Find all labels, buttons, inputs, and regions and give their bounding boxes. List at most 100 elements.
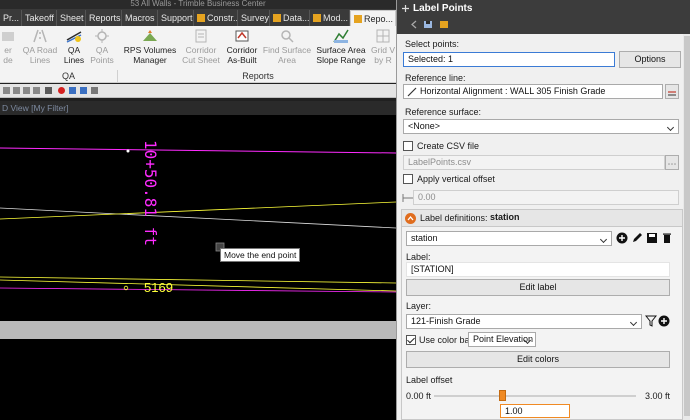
ribbon-group-qa: QA: [20, 70, 118, 82]
ellipsis-icon: [668, 163, 676, 165]
qa-points-button[interactable]: QA Points: [88, 28, 116, 65]
scrollbar-thumb[interactable]: [684, 36, 690, 416]
ribbon-label: Lines: [63, 55, 85, 65]
tab-icon: [313, 14, 321, 22]
delete-icon[interactable]: [661, 232, 673, 244]
reference-line-field[interactable]: Horizontal Alignment : WALL 305 Finish G…: [403, 84, 663, 99]
tab-reports[interactable]: Reports: [86, 10, 122, 26]
station-label: 10+50.81 ft: [141, 140, 160, 246]
edit-colors-button[interactable]: Edit colors: [406, 351, 670, 368]
record-icon[interactable]: [58, 87, 65, 94]
slope-range-icon: [333, 28, 349, 44]
macro-icon[interactable]: [439, 20, 449, 29]
tab-model[interactable]: Mod...: [310, 10, 350, 26]
qa-road-lines-button[interactable]: QA Road Lines: [19, 28, 61, 65]
layer-select[interactable]: 121-Finish Grade: [406, 314, 642, 329]
ribbon-label: Manager: [133, 55, 167, 65]
toolbar-icon[interactable]: [69, 87, 76, 94]
ribbon-label: Find Surface: [262, 45, 312, 55]
pick-line-button[interactable]: [665, 84, 679, 99]
toolbar-icon[interactable]: [80, 87, 87, 94]
linework-magenta-lower: [0, 287, 396, 293]
ribbon-label: RPS Volumes: [123, 45, 177, 55]
collapse-icon[interactable]: [405, 213, 416, 224]
grid-icon: [375, 28, 391, 44]
label-definitions-header[interactable]: Label definitions: station: [402, 210, 682, 227]
definition-select[interactable]: station: [406, 231, 612, 246]
tab-project[interactable]: Pr...: [0, 10, 22, 26]
toolbar-icon[interactable]: [23, 87, 30, 94]
tab-reports-active[interactable]: Repo...: [350, 10, 396, 26]
reference-surface-select[interactable]: <None>: [403, 119, 679, 134]
panel-title: Label Points: [413, 3, 473, 14]
options-button[interactable]: Options: [619, 51, 681, 68]
tab-support[interactable]: Support: [158, 10, 194, 26]
surface-area-slope-range-button[interactable]: Surface Area Slope Range: [314, 28, 368, 65]
label-definitions-section: Label definitions: station station Label…: [401, 209, 683, 420]
color-band-select[interactable]: Point Elevation: [468, 332, 536, 347]
edit-label-button[interactable]: Edit label: [406, 279, 670, 296]
create-csv-checkbox[interactable]: [403, 141, 413, 151]
tab-sheet[interactable]: Sheet: [57, 10, 86, 26]
ribbon-label: Points: [90, 55, 114, 65]
ribbon-label: Cut Sheet: [182, 55, 220, 65]
corridor-as-built-button[interactable]: Corridor As-Built: [222, 28, 262, 65]
tab-construction[interactable]: Constr...: [194, 10, 238, 26]
toolbar-icon[interactable]: [91, 87, 98, 94]
save-definition-icon[interactable]: [646, 232, 658, 244]
csv-filename-field[interactable]: LabelPoints.csv: [403, 155, 665, 170]
plan-view-graphics: 10+50.81 ft 5169: [0, 140, 396, 295]
toolbar-icon[interactable]: [33, 87, 40, 94]
edit-icon[interactable]: [631, 232, 643, 244]
use-color-band-checkbox[interactable]: [406, 335, 416, 345]
ribbon-label: er: [4, 45, 12, 55]
selected-points-field[interactable]: Selected: 1: [403, 52, 615, 67]
add-icon[interactable]: [616, 232, 628, 244]
linework-white: [0, 207, 396, 229]
add-layer-icon[interactable]: [658, 315, 670, 327]
reference-line-label: Reference line:: [405, 73, 466, 83]
label-offset-field[interactable]: 1.00: [500, 404, 570, 418]
vertical-offset-field[interactable]: 0.00: [413, 190, 679, 205]
label-definitions-name: station: [490, 212, 520, 222]
tab-macros[interactable]: Macros: [122, 10, 158, 26]
ribbon-tab-bar: Pr... Takeoff Sheet Reports Macros Suppo…: [0, 9, 396, 26]
linework-yellow-lower-2: [0, 279, 396, 292]
panel-scrollbar[interactable]: [683, 34, 690, 420]
ribbon-label: QA: [67, 45, 81, 55]
label-offset-label: Label offset: [406, 375, 453, 385]
ribbon-button-partial[interactable]: er de: [0, 28, 16, 65]
find-surface-icon: [279, 28, 295, 44]
label-offset-slider[interactable]: [434, 390, 636, 401]
linework-yellow-lower-1: [0, 276, 396, 284]
tab-survey[interactable]: Survey: [238, 10, 270, 26]
cut-sheet-icon: [193, 28, 209, 44]
tab-data[interactable]: Data...: [270, 10, 310, 26]
quick-access-toolbar: [0, 84, 396, 98]
pin-icon[interactable]: [401, 4, 410, 13]
label-format-field[interactable]: [STATION]: [406, 262, 670, 277]
lower-view[interactable]: [0, 339, 396, 420]
qa-points-icon: [94, 28, 110, 44]
tab-icon: [273, 14, 281, 22]
toolbar-icon[interactable]: [45, 87, 52, 94]
grid-volume-button[interactable]: Grid V by R: [370, 28, 396, 65]
plan-view-canvas[interactable]: 10+50.81 ft 5169 Move the end point: [0, 115, 396, 321]
toolbar-icon[interactable]: [13, 87, 20, 94]
alignment-vertex: [126, 149, 130, 153]
reference-line-value: Horizontal Alignment : WALL 305 Finish G…: [420, 86, 606, 96]
filter-icon[interactable]: [645, 315, 657, 327]
slider-thumb[interactable]: [499, 390, 506, 401]
view-title: D View [My Filter]: [0, 101, 396, 115]
tab-takeoff[interactable]: Takeoff: [22, 10, 57, 26]
toolbar-icon[interactable]: [3, 87, 10, 94]
save-icon[interactable]: [423, 20, 433, 29]
apply-vertical-offset-checkbox[interactable]: [403, 174, 413, 184]
browse-button[interactable]: [665, 155, 679, 170]
select-points-label: Select points:: [405, 39, 460, 49]
rps-volumes-manager-button[interactable]: RPS Volumes Manager: [122, 28, 178, 65]
back-icon[interactable]: [409, 20, 419, 29]
qa-lines-button[interactable]: QA Lines: [62, 28, 86, 65]
corridor-cut-sheet-button[interactable]: Corridor Cut Sheet: [180, 28, 222, 65]
find-surface-area-button[interactable]: Find Surface Area: [262, 28, 312, 65]
